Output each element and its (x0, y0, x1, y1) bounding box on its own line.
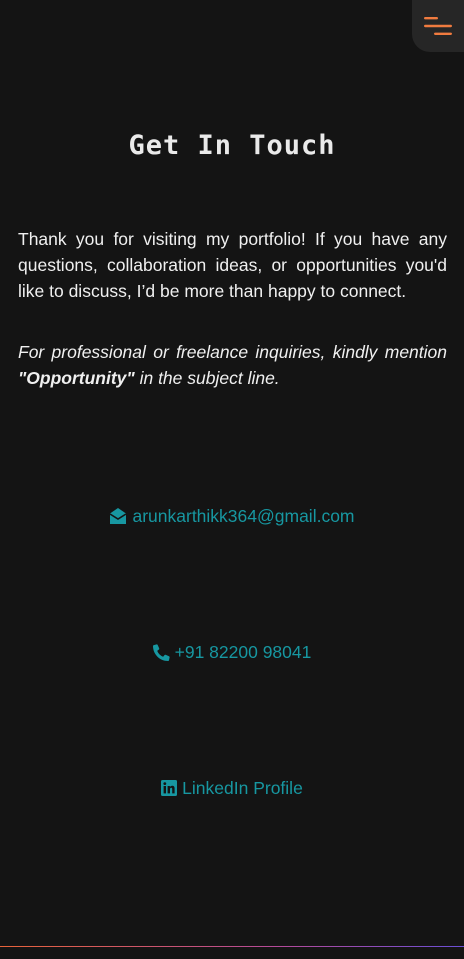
email-link[interactable]: arunkarthikk364@gmail.com (0, 503, 464, 529)
phone-label: +91 82200 98041 (174, 641, 312, 662)
note-keyword: "Opportunity" (18, 368, 135, 388)
envelope-open-icon (110, 508, 127, 524)
page-title: Get In Touch (128, 130, 336, 161)
linkedin-label: LinkedIn Profile (182, 777, 303, 798)
linkedin-link[interactable]: LinkedIn Profile (0, 775, 464, 801)
note-suffix: in the subject line. (134, 368, 280, 388)
email-label: arunkarthikk364@gmail.com (132, 505, 355, 526)
phone-link[interactable]: +91 82200 98041 (0, 639, 464, 665)
footer-divider (0, 946, 464, 947)
linkedin-icon (161, 780, 178, 796)
menu-button[interactable] (412, 0, 464, 52)
subject-line-note: For professional or freelance inquiries,… (18, 339, 447, 391)
menu-lines-icon (424, 17, 452, 35)
phone-icon (152, 643, 170, 661)
note-prefix: For professional or freelance inquiries,… (18, 342, 447, 362)
intro-paragraph: Thank you for visiting my portfolio! If … (18, 229, 447, 301)
